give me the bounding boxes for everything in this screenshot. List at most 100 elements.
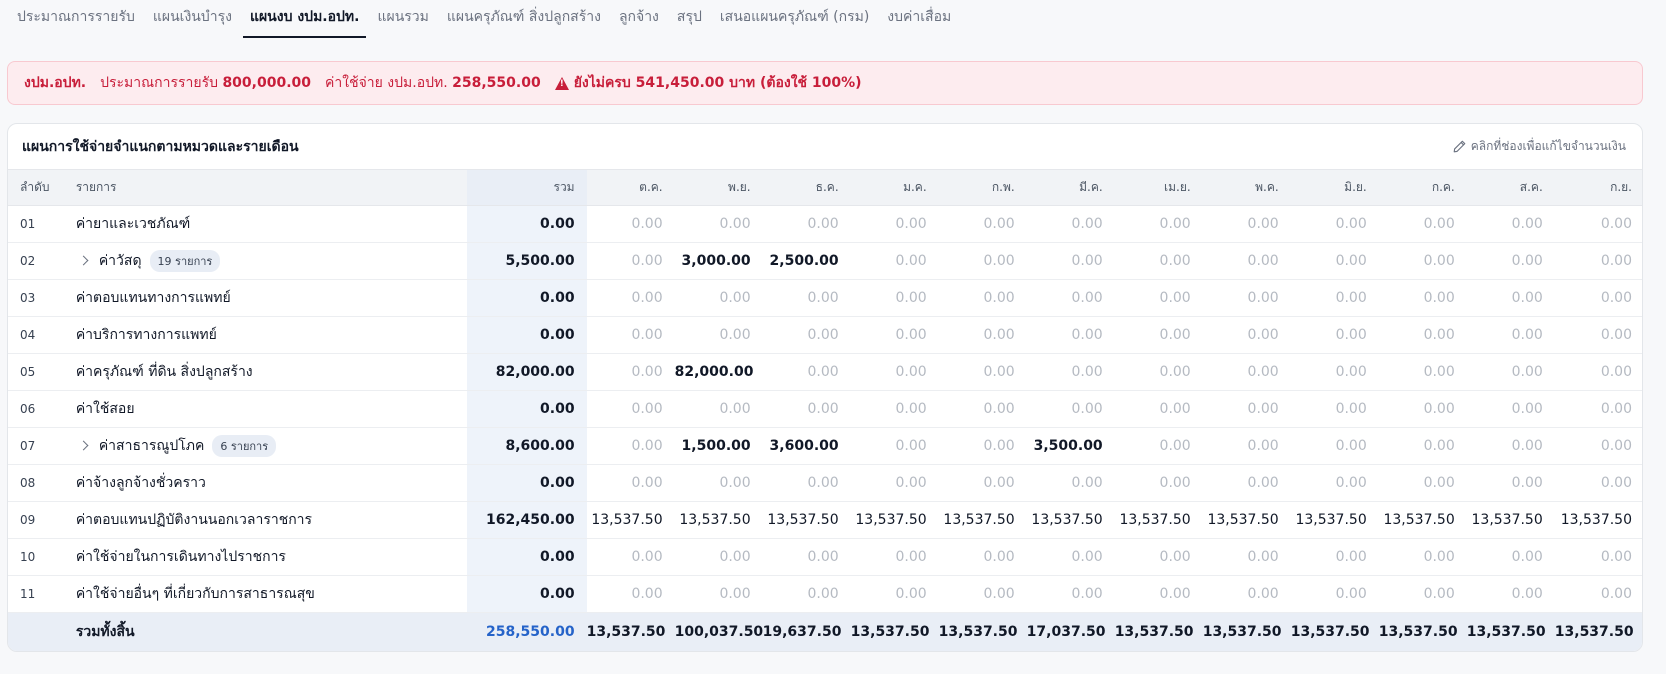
month-amount-cell[interactable]: 0.00 [938, 205, 1027, 243]
month-amount-cell[interactable]: 0.00 [1378, 205, 1467, 243]
month-amount-cell[interactable]: 0.00 [850, 464, 939, 502]
month-amount-cell[interactable]: 0.00 [1290, 575, 1379, 613]
month-amount-cell[interactable]: 0.00 [1290, 279, 1379, 317]
tab-7[interactable]: เสนอแผนครุภัณฑ์ (กรม) [713, 6, 876, 38]
month-amount-cell[interactable]: 0.00 [1378, 427, 1467, 465]
month-amount-cell[interactable]: 0.00 [1378, 464, 1467, 502]
month-amount-cell[interactable]: 3,500.00 [1026, 427, 1115, 465]
month-amount-cell[interactable]: 0.00 [1114, 390, 1203, 428]
month-amount-cell[interactable]: 0.00 [1290, 390, 1379, 428]
month-amount-cell[interactable]: 0.00 [1554, 464, 1642, 502]
month-amount-cell[interactable]: 0.00 [1378, 538, 1467, 576]
month-amount-cell[interactable]: 0.00 [1466, 390, 1555, 428]
month-amount-cell[interactable]: 1,500.00 [674, 427, 763, 465]
month-amount-cell[interactable]: 0.00 [1026, 279, 1115, 317]
month-amount-cell[interactable]: 0.00 [850, 316, 939, 354]
month-amount-cell[interactable]: 13,537.50 [586, 501, 675, 539]
month-amount-cell[interactable]: 0.00 [586, 353, 675, 391]
month-amount-cell[interactable]: 13,537.50 [1554, 501, 1642, 539]
chevron-right-icon[interactable] [78, 255, 89, 266]
month-amount-cell[interactable]: 0.00 [938, 464, 1027, 502]
month-amount-cell[interactable]: 0.00 [1202, 575, 1291, 613]
month-amount-cell[interactable]: 0.00 [850, 279, 939, 317]
month-amount-cell[interactable]: 0.00 [1466, 242, 1555, 280]
month-amount-cell[interactable]: 0.00 [1026, 205, 1115, 243]
tab-1[interactable]: แผนเงินบำรุง [146, 6, 239, 38]
month-amount-cell[interactable]: 0.00 [1466, 316, 1555, 354]
month-amount-cell[interactable]: 0.00 [674, 316, 763, 354]
tab-6[interactable]: สรุป [670, 6, 709, 38]
month-amount-cell[interactable]: 0.00 [1202, 427, 1291, 465]
tab-0[interactable]: ประมาณการรายรับ [10, 6, 142, 38]
month-amount-cell[interactable]: 0.00 [674, 205, 763, 243]
month-amount-cell[interactable]: 0.00 [1554, 575, 1642, 613]
month-amount-cell[interactable]: 0.00 [586, 390, 675, 428]
month-amount-cell[interactable]: 0.00 [1466, 427, 1555, 465]
month-amount-cell[interactable]: 0.00 [1026, 464, 1115, 502]
month-amount-cell[interactable]: 0.00 [1290, 316, 1379, 354]
month-amount-cell[interactable]: 0.00 [1466, 538, 1555, 576]
month-amount-cell[interactable]: 0.00 [1554, 538, 1642, 576]
month-amount-cell[interactable]: 13,537.50 [1290, 501, 1379, 539]
month-amount-cell[interactable]: 0.00 [850, 538, 939, 576]
month-amount-cell[interactable]: 0.00 [850, 390, 939, 428]
month-amount-cell[interactable]: 0.00 [1290, 538, 1379, 576]
month-amount-cell[interactable]: 0.00 [1202, 538, 1291, 576]
month-amount-cell[interactable]: 0.00 [586, 279, 675, 317]
tab-4[interactable]: แผนครุภัณฑ์ สิ่งปลูกสร้าง [440, 6, 608, 38]
month-amount-cell[interactable]: 0.00 [1114, 427, 1203, 465]
month-amount-cell[interactable]: 0.00 [1554, 316, 1642, 354]
month-amount-cell[interactable]: 0.00 [1026, 242, 1115, 280]
month-amount-cell[interactable]: 0.00 [1114, 279, 1203, 317]
month-amount-cell[interactable]: 13,537.50 [850, 501, 939, 539]
month-amount-cell[interactable]: 2,500.00 [762, 242, 851, 280]
month-amount-cell[interactable]: 0.00 [586, 242, 675, 280]
month-amount-cell[interactable]: 0.00 [850, 575, 939, 613]
tab-8[interactable]: งบค่าเสื่อม [880, 6, 958, 38]
month-amount-cell[interactable]: 0.00 [1114, 464, 1203, 502]
month-amount-cell[interactable]: 0.00 [674, 279, 763, 317]
month-amount-cell[interactable]: 0.00 [1202, 353, 1291, 391]
month-amount-cell[interactable]: 0.00 [1290, 205, 1379, 243]
month-amount-cell[interactable]: 0.00 [1466, 279, 1555, 317]
month-amount-cell[interactable]: 0.00 [674, 390, 763, 428]
month-amount-cell[interactable]: 0.00 [1554, 242, 1642, 280]
month-amount-cell[interactable]: 0.00 [1290, 353, 1379, 391]
month-amount-cell[interactable]: 0.00 [762, 575, 851, 613]
month-amount-cell[interactable]: 0.00 [586, 427, 675, 465]
month-amount-cell[interactable]: 0.00 [1466, 205, 1555, 243]
month-amount-cell[interactable]: 0.00 [938, 427, 1027, 465]
month-amount-cell[interactable]: 0.00 [1114, 575, 1203, 613]
month-amount-cell[interactable]: 0.00 [586, 464, 675, 502]
month-amount-cell[interactable]: 0.00 [1554, 205, 1642, 243]
month-amount-cell[interactable]: 0.00 [938, 279, 1027, 317]
month-amount-cell[interactable]: 0.00 [762, 279, 851, 317]
row-category[interactable]: ค่าวัสดุ 19 รายการ [63, 242, 468, 280]
month-amount-cell[interactable]: 13,537.50 [1026, 501, 1115, 539]
month-amount-cell[interactable]: 0.00 [1378, 575, 1467, 613]
month-amount-cell[interactable]: 0.00 [1114, 242, 1203, 280]
month-amount-cell[interactable]: 0.00 [674, 464, 763, 502]
month-amount-cell[interactable]: 0.00 [586, 316, 675, 354]
month-amount-cell[interactable]: 13,537.50 [1378, 501, 1467, 539]
month-amount-cell[interactable]: 0.00 [938, 242, 1027, 280]
month-amount-cell[interactable]: 0.00 [674, 575, 763, 613]
month-amount-cell[interactable]: 0.00 [1466, 353, 1555, 391]
month-amount-cell[interactable]: 0.00 [1554, 279, 1642, 317]
month-amount-cell[interactable]: 0.00 [1378, 390, 1467, 428]
month-amount-cell[interactable]: 0.00 [1466, 575, 1555, 613]
month-amount-cell[interactable]: 0.00 [938, 538, 1027, 576]
month-amount-cell[interactable]: 0.00 [1114, 316, 1203, 354]
month-amount-cell[interactable]: 0.00 [1466, 464, 1555, 502]
month-amount-cell[interactable]: 0.00 [1378, 316, 1467, 354]
month-amount-cell[interactable]: 0.00 [850, 242, 939, 280]
month-amount-cell[interactable]: 0.00 [674, 538, 763, 576]
month-amount-cell[interactable]: 0.00 [1026, 575, 1115, 613]
month-amount-cell[interactable]: 0.00 [1554, 353, 1642, 391]
table-row[interactable]: 02 ค่าวัสดุ 19 รายการ 5,500.00 0.00 3,000.00 2… [8, 242, 1642, 280]
month-amount-cell[interactable]: 0.00 [1378, 353, 1467, 391]
month-amount-cell[interactable]: 0.00 [1378, 242, 1467, 280]
month-amount-cell[interactable]: 0.00 [1202, 205, 1291, 243]
month-amount-cell[interactable]: 0.00 [1202, 242, 1291, 280]
month-amount-cell[interactable]: 82,000.00 [674, 353, 763, 391]
